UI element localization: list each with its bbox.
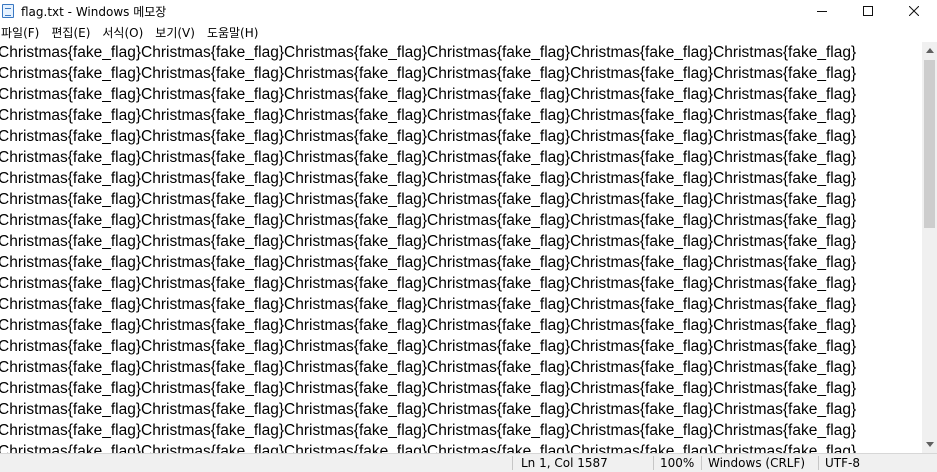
text-line[interactable]: Christmas{fake_flag}Christmas{fake_flag}… [0, 84, 922, 105]
status-bar: Ln 1, Col 1587 100% Windows (CRLF) UTF-8 [0, 453, 937, 472]
encoding: UTF-8 [825, 456, 860, 470]
text-line[interactable]: Christmas{fake_flag}Christmas{fake_flag}… [0, 399, 922, 420]
status-separator [512, 456, 513, 470]
menu-view[interactable]: 보기(V) [154, 24, 203, 41]
text-line[interactable]: Christmas{fake_flag}Christmas{fake_flag}… [0, 42, 922, 63]
window-controls [799, 0, 937, 22]
scroll-down-button[interactable] [922, 436, 937, 453]
text-line[interactable]: Christmas{fake_flag}Christmas{fake_flag}… [0, 252, 922, 273]
text-line[interactable]: Christmas{fake_flag}Christmas{fake_flag}… [0, 420, 922, 441]
text-line[interactable]: Christmas{fake_flag}Christmas{fake_flag}… [0, 378, 922, 399]
line-ending: Windows (CRLF) [708, 456, 806, 470]
text-line[interactable]: Christmas{fake_flag}Christmas{fake_flag}… [0, 294, 922, 315]
close-icon [909, 6, 919, 16]
chevron-up-icon [925, 48, 934, 53]
scrollbar-thumb[interactable] [924, 60, 935, 228]
minimize-icon [817, 11, 827, 12]
text-line[interactable]: Christmas{fake_flag}Christmas{fake_flag}… [0, 315, 922, 336]
text-line[interactable]: Christmas{fake_flag}Christmas{fake_flag}… [0, 147, 922, 168]
text-line[interactable]: Christmas{fake_flag}Christmas{fake_flag}… [0, 189, 922, 210]
minimize-button[interactable] [799, 0, 845, 22]
text-line[interactable]: Christmas{fake_flag}Christmas{fake_flag}… [0, 126, 922, 147]
text-line[interactable]: Christmas{fake_flag}Christmas{fake_flag}… [0, 63, 922, 84]
cursor-position: Ln 1, Col 1587 [521, 456, 608, 470]
text-line[interactable]: Christmas{fake_flag}Christmas{fake_flag}… [0, 273, 922, 294]
menu-format[interactable]: 서식(O) [101, 24, 151, 41]
text-line[interactable]: Christmas{fake_flag}Christmas{fake_flag}… [0, 231, 922, 252]
window-title: flag.txt - Windows 메모장 [21, 4, 167, 19]
text-line[interactable]: Christmas{fake_flag}Christmas{fake_flag}… [0, 105, 922, 126]
text-line[interactable]: Christmas{fake_flag}Christmas{fake_flag}… [0, 357, 922, 378]
text-line[interactable]: Christmas{fake_flag}Christmas{fake_flag}… [0, 210, 922, 231]
text-line[interactable]: Christmas{fake_flag}Christmas{fake_flag}… [0, 168, 922, 189]
text-editor[interactable]: Christmas{fake_flag}Christmas{fake_flag}… [0, 42, 922, 453]
text-line[interactable]: Christmas{fake_flag}Christmas{fake_flag}… [0, 441, 922, 453]
maximize-icon [863, 6, 873, 16]
menu-edit[interactable]: 편집(E) [50, 24, 98, 41]
menu-file[interactable]: 파일(F) [0, 24, 47, 41]
close-button[interactable] [891, 0, 937, 22]
maximize-button[interactable] [845, 0, 891, 22]
zoom-level: 100% [660, 456, 695, 470]
title-bar[interactable]: flag.txt - Windows 메모장 [0, 0, 937, 22]
notepad-icon [2, 4, 14, 18]
chevron-down-icon [925, 442, 934, 447]
scroll-up-button[interactable] [922, 42, 937, 59]
vertical-scrollbar[interactable] [922, 42, 937, 453]
menu-bar: 파일(F) 편집(E) 서식(O) 보기(V) 도움말(H) [0, 22, 937, 42]
text-line[interactable]: Christmas{fake_flag}Christmas{fake_flag}… [0, 336, 922, 357]
menu-help[interactable]: 도움말(H) [206, 24, 267, 41]
